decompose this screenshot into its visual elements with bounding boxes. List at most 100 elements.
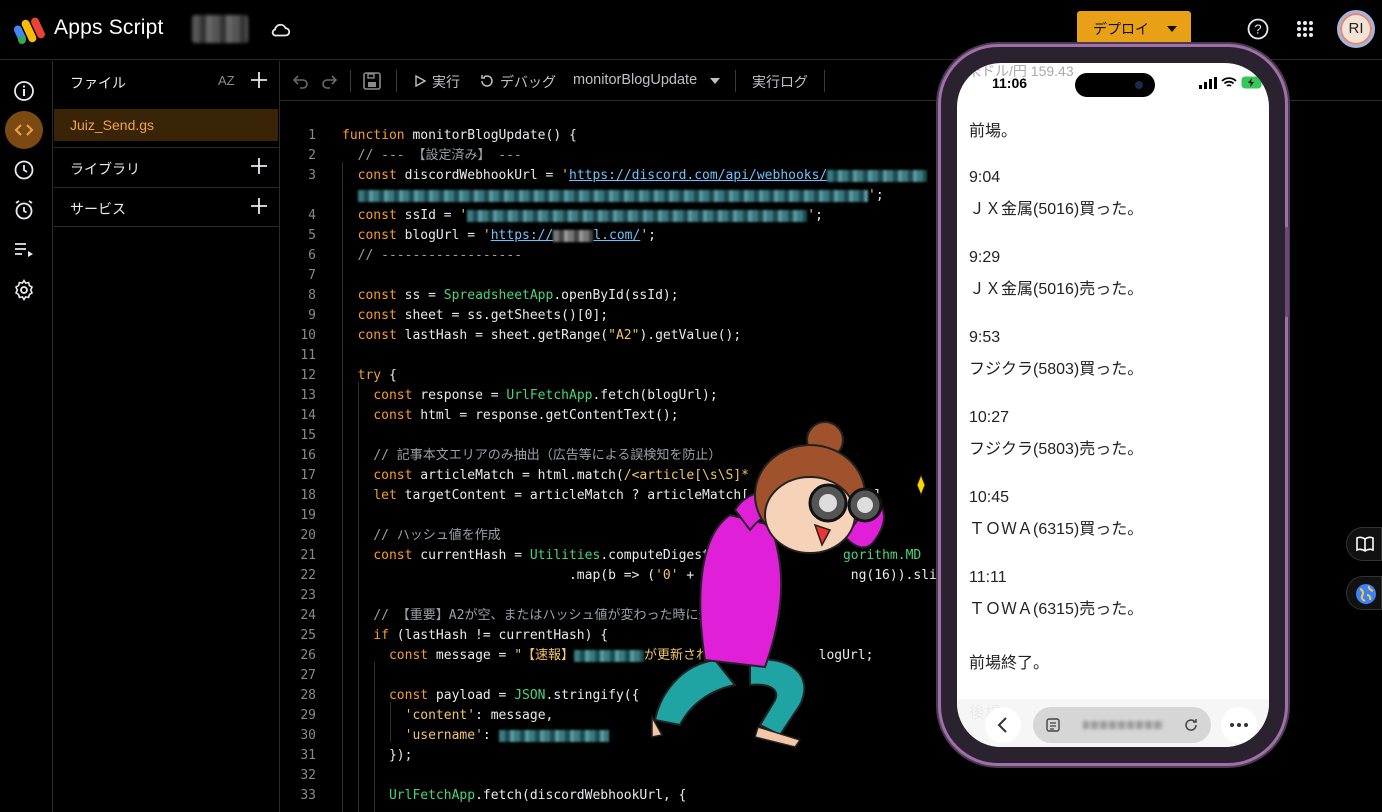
line-number: 14 (300, 408, 316, 423)
line-number: 10 (300, 328, 316, 343)
more-button[interactable] (1221, 707, 1257, 743)
function-select[interactable]: monitorBlogUpdate (573, 72, 723, 92)
svg-text:?: ? (1254, 22, 1261, 37)
redo-icon[interactable] (320, 72, 338, 90)
line-number: 18 (300, 488, 316, 503)
deploy-label: デプロイ (1093, 21, 1149, 37)
code-icon[interactable] (12, 118, 36, 142)
line-number: 29 (300, 708, 316, 723)
deploy-button[interactable]: デプロイ (1077, 11, 1191, 45)
code-line[interactable]: 32 (280, 766, 1382, 786)
line-number: 28 (300, 688, 316, 703)
chevron-left-icon (997, 717, 1007, 733)
code-text: const payload = JSON.stringify({ (388, 688, 640, 703)
debug-icon (481, 75, 493, 87)
line-number: 22 (300, 568, 316, 583)
book-icon (1356, 536, 1374, 552)
back-button[interactable] (985, 707, 1021, 743)
line-number: 15 (300, 428, 316, 443)
code-text: const ss = SpreadsheetApp.openById(ssId)… (357, 288, 679, 303)
services-label: サービス (70, 201, 126, 217)
reader-button[interactable] (1346, 527, 1382, 561)
line-number: 31 (300, 748, 316, 763)
battery-charging-icon (1241, 76, 1264, 89)
add-service-icon[interactable] (250, 197, 268, 215)
phone-status-bar: 米ドル/円 159.43 11:06 (957, 63, 1269, 105)
apps-script-window: { "header": { "app_title": "Apps Script"… (0, 0, 1382, 812)
message-line: フジクラ(5803)売った。 (969, 441, 1144, 458)
translate-button[interactable] (1346, 576, 1382, 610)
executions-icon[interactable] (12, 238, 36, 262)
save-icon[interactable] (362, 71, 382, 91)
sort-az-icon[interactable]: AZ (218, 73, 235, 88)
line-number: 11 (300, 348, 316, 363)
files-panel: ファイル AZ Juiz_Send.gs ライブラリ サービス (54, 61, 280, 812)
message-line: 10:45 (969, 489, 1010, 506)
history-icon[interactable] (12, 158, 36, 182)
line-number: 26 (300, 648, 316, 663)
globe-icon (1356, 584, 1376, 604)
apps-script-logo-icon (14, 17, 45, 44)
code-text: 'content': message, (404, 708, 554, 723)
code-text: const response = UrlFetchApp.fetch(blogU… (373, 388, 718, 403)
info-icon[interactable] (12, 79, 36, 103)
phone-screen: 米ドル/円 159.43 11:06 前場。 9:04 ＪＸ金属(5016)買った。… (957, 63, 1269, 747)
line-number: 24 (300, 608, 316, 623)
code-text: try { (357, 368, 397, 383)
message-line: ＪＸ金属(5016)買った。 (969, 201, 1144, 218)
reload-icon[interactable] (1183, 717, 1199, 733)
alarm-icon[interactable] (12, 198, 36, 222)
line-number: 12 (300, 368, 316, 383)
avatar[interactable]: RI (1337, 10, 1375, 48)
left-nav-rail (0, 61, 53, 812)
run-button[interactable]: 実行 (432, 72, 460, 92)
line-number: 5 (308, 228, 316, 243)
libraries-label: ライブラリ (70, 161, 140, 177)
add-library-icon[interactable] (250, 157, 268, 175)
undo-icon[interactable] (292, 72, 310, 90)
ellipsis-icon (1230, 723, 1248, 727)
message-line: 9:53 (969, 329, 1001, 346)
debug-button[interactable]: デバッグ (500, 72, 556, 92)
code-text: }); (342, 748, 413, 763)
message-line: ＴＯＷＡ(6315)買った。 (969, 521, 1144, 538)
message-line: ＪＸ金属(5016)売った。 (969, 281, 1144, 298)
line-number: 16 (300, 448, 316, 463)
code-text: // ハッシュ値を作成 (373, 528, 501, 543)
apps-grid-icon[interactable] (1296, 20, 1314, 38)
signal-icon (1199, 77, 1217, 89)
code-text: const ssId = ' '; (357, 208, 823, 223)
chevron-down-icon (1167, 26, 1177, 32)
execution-log-button[interactable]: 実行ログ (752, 72, 808, 92)
line-number: 17 (300, 468, 316, 483)
libraries-row[interactable]: ライブラリ (54, 147, 280, 187)
message-line: 11:11 (969, 569, 1007, 586)
address-bar[interactable] (1033, 707, 1211, 743)
phone-side-button (1285, 227, 1289, 317)
code-text: const html = response.getContentText(); (373, 408, 679, 423)
line-number: 20 (300, 528, 316, 543)
project-name-redacted[interactable] (192, 15, 248, 43)
help-icon[interactable]: ? (1247, 18, 1269, 40)
tabs-icon[interactable] (1045, 717, 1061, 733)
files-header: ファイル AZ (54, 61, 280, 101)
wifi-icon (1221, 77, 1237, 87)
files-label: ファイル (70, 75, 126, 91)
message-line: 前場。 (969, 123, 1018, 140)
line-number: 21 (300, 548, 316, 563)
line-number: 30 (300, 728, 316, 743)
function-select-value: monitorBlogUpdate (573, 72, 698, 88)
line-number: 8 (308, 288, 316, 303)
file-item-juiz-send[interactable]: Juiz_Send.gs (54, 109, 278, 141)
code-text: const discordWebhookUrl = 'https://disco… (342, 166, 928, 186)
gear-icon[interactable] (12, 278, 36, 302)
services-row[interactable]: サービス (54, 187, 280, 227)
line-number: 1 (308, 128, 316, 143)
add-file-icon[interactable] (250, 71, 268, 89)
message-line: 9:04 (969, 169, 1001, 186)
code-text: const lastHash = sheet.getRange("A2").ge… (357, 328, 742, 343)
code-line[interactable]: 33 UrlFetchApp.fetch(discordWebhookUrl, … (280, 786, 1382, 806)
line-number: 13 (300, 388, 316, 403)
code-text: if (lastHash != currentHash) { (373, 628, 609, 643)
code-text: const blogUrl = 'https://l.com/'; (357, 228, 656, 243)
